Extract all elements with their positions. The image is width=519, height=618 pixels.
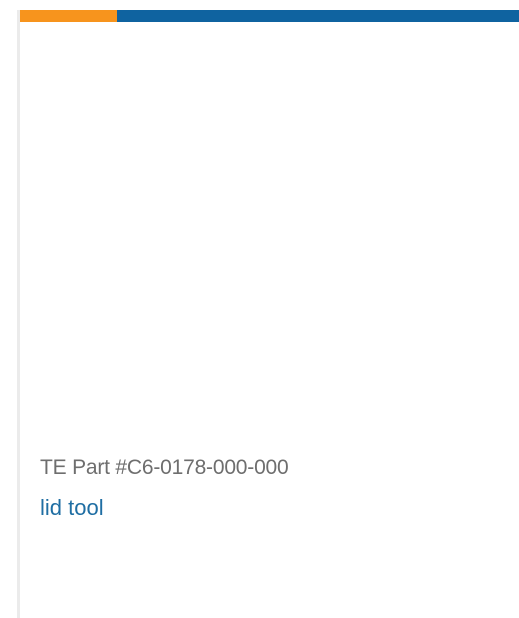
product-name-link[interactable]: lid tool: [40, 494, 104, 522]
card-accent-bar: [20, 10, 519, 22]
part-number-text: TE Part #C6-0178-000-000: [40, 456, 289, 479]
product-image-area[interactable]: [20, 22, 519, 442]
accent-bar-blue-segment: [117, 10, 519, 22]
product-card[interactable]: TE Part #C6-0178-000-000 lid tool: [20, 10, 519, 618]
accent-bar-orange-segment: [20, 10, 117, 22]
